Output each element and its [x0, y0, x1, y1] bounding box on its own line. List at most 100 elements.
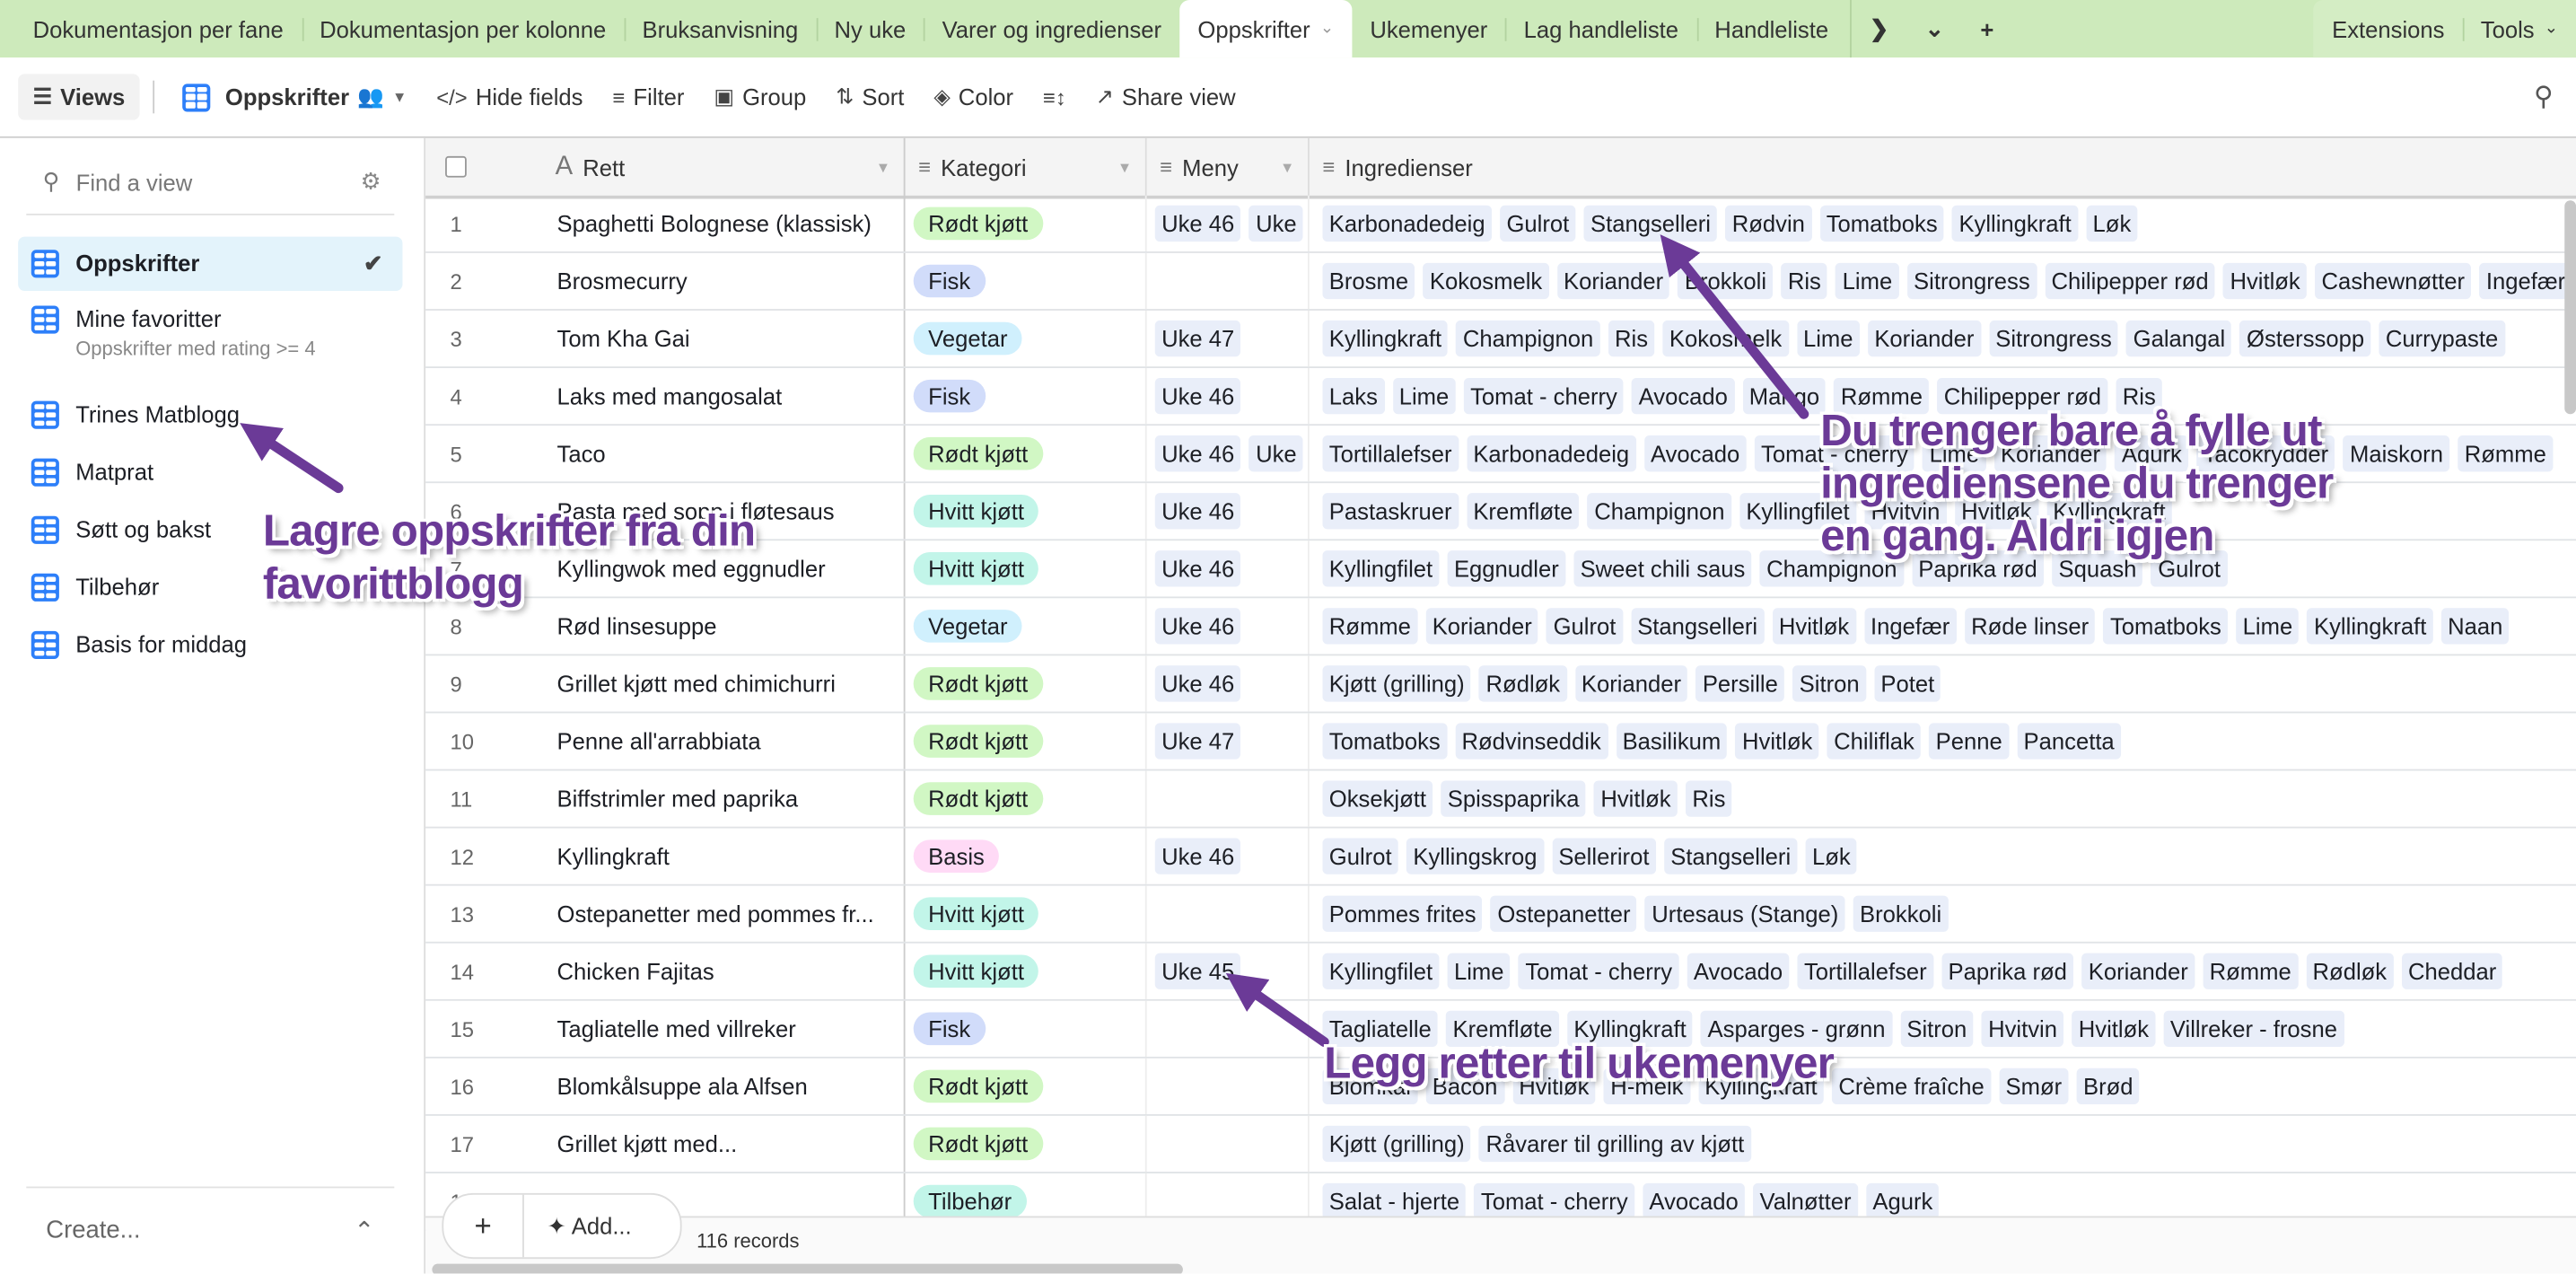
color-button[interactable]: ◈ Color — [919, 74, 1029, 119]
column-header-kategori[interactable]: ≡ Kategori ▼ — [906, 137, 1147, 196]
tab-varer-og-ingredienser[interactable]: Varer og ingredienser — [924, 0, 1179, 57]
cell-ingredienser[interactable]: Pommes frites Ostepanetter Urtesaus (Stang… — [1310, 886, 2576, 942]
tab-bruksanvisning[interactable]: Bruksanvisning — [624, 0, 816, 57]
table-row[interactable]: 9 Grillet kjøtt med chimichurri Rødt kjøtt… — [425, 655, 2576, 714]
sidebar-view-item[interactable]: Matprat — [18, 445, 402, 499]
cell-kategori[interactable]: Hvitt kjøtt — [906, 943, 1147, 999]
cell-rett[interactable]: Grillet kjøtt med chimichurri — [542, 655, 906, 712]
table-row[interactable]: 13 Ostepanetter med pommes fr... Hvitt kjø… — [425, 885, 2576, 944]
cell-kategori[interactable]: Rødt kjøtt — [906, 1115, 1147, 1173]
gear-icon[interactable]: ⚙ — [361, 168, 381, 196]
caret-down-icon[interactable]: ▼ — [1117, 159, 1132, 175]
cell-meny[interactable] — [1147, 252, 1310, 310]
add-record-button[interactable]: + — [443, 1194, 524, 1258]
add-with-ai-button[interactable]: ✦ Add... — [524, 1212, 632, 1240]
cell-kategori[interactable]: Vegetar — [906, 598, 1147, 655]
cell-rett[interactable]: Chicken Fajitas — [542, 943, 906, 999]
cell-kategori[interactable]: Hvitt kjøtt — [906, 483, 1147, 540]
sidebar-view-item[interactable]: Mine favoritter Oppskrifter med rating >=… — [18, 293, 402, 373]
cell-meny[interactable]: Uke 46 — [1147, 483, 1310, 540]
view-switcher[interactable]: Oppskrifter 👥 ▼ — [168, 74, 422, 119]
cell-meny[interactable]: Uke 46 — [1147, 368, 1310, 425]
cell-meny[interactable] — [1147, 1000, 1310, 1057]
cell-meny[interactable] — [1147, 1058, 1310, 1115]
cell-meny[interactable]: Uke 47 — [1147, 713, 1310, 769]
chevron-down-icon[interactable]: ⌄ — [1906, 14, 1962, 42]
table-row[interactable]: 3 Tom Kha Gai Vegetar Uke 47 Kyllingkraft Cha… — [425, 310, 2576, 369]
sidebar-view-item[interactable]: Oppskrifter ✔ — [18, 236, 403, 291]
share-view-button[interactable]: ↗ Share view — [1081, 74, 1250, 119]
cell-ingredienser[interactable]: Kjøtt (grilling) Rødløk Koriander Persille S… — [1310, 655, 2576, 711]
caret-down-icon[interactable]: ▼ — [876, 159, 890, 175]
tab-dokumentasjon-per-kolonne[interactable]: Dokumentasjon per kolonne — [301, 0, 624, 57]
sidebar-view-item[interactable]: Basis for middag — [18, 618, 402, 672]
cell-rett[interactable]: Kyllingkraft — [542, 828, 906, 884]
cell-rett[interactable]: Brosmecurry — [542, 252, 906, 310]
column-header-rett[interactable]: A Rett ▼ — [542, 137, 906, 196]
cell-meny[interactable]: Uke 46 — [1147, 540, 1310, 597]
cell-kategori[interactable]: Rødt kjøtt — [906, 1058, 1147, 1115]
cell-ingredienser[interactable]: Kyllingfilet Lime Tomat - cherry Avocado Tor… — [1310, 944, 2576, 999]
cell-kategori[interactable]: Rødt kjøtt — [906, 195, 1147, 252]
cell-meny[interactable]: Uke 46 — [1147, 655, 1310, 712]
select-all-checkbox[interactable] — [445, 155, 467, 178]
cell-ingredienser[interactable]: Brosme Kokosmelk Koriander Brokkoli Ris Lime S… — [1310, 253, 2576, 309]
column-header-meny[interactable]: ≡ Meny ▼ — [1147, 137, 1310, 196]
table-row[interactable]: 14 Chicken Fajitas Hvitt kjøtt Uke 45 Kyllin… — [425, 943, 2576, 1001]
horizontal-scrollbar[interactable] — [432, 1263, 1183, 1274]
cell-rett[interactable]: Laks med mangosalat — [542, 368, 906, 425]
sort-button[interactable]: ⇅ Sort — [821, 74, 919, 119]
hide-fields-button[interactable]: </> Hide fields — [422, 74, 598, 119]
cell-ingredienser[interactable]: Rømme Koriander Gulrot Stangselleri Hvitløk I… — [1310, 598, 2576, 654]
create-view-button[interactable]: Create... ⌃ — [46, 1216, 374, 1245]
cell-kategori[interactable]: Rødt kjøtt — [906, 713, 1147, 769]
cell-rett[interactable]: Blomkålsuppe ala Alfsen — [542, 1058, 906, 1115]
chevron-down-icon[interactable]: ⌄ — [1320, 20, 1334, 38]
tab-ny-uke[interactable]: Ny uke — [816, 0, 924, 57]
cell-kategori[interactable]: Hvitt kjøtt — [906, 885, 1147, 942]
tab-ukemenyer[interactable]: Ukemenyer — [1352, 0, 1505, 57]
table-row[interactable]: 2 Brosmecurry Fisk Brosme Kokosmelk Koriander… — [425, 252, 2576, 311]
cell-kategori[interactable]: Hvitt kjøtt — [906, 540, 1147, 597]
filter-button[interactable]: ≡ Filter — [598, 74, 699, 119]
table-row[interactable]: 11 Biffstrimler med paprika Rødt kjøtt Okse… — [425, 770, 2576, 829]
table-row[interactable]: 17 Grillet kjøtt med... Rødt kjøtt Kjøtt (g… — [425, 1115, 2576, 1173]
cell-meny[interactable]: Uke 46 Uke — [1147, 195, 1310, 252]
cell-rett[interactable]: Tom Kha Gai — [542, 310, 906, 367]
vertical-scrollbar[interactable] — [2564, 200, 2576, 415]
cell-meny[interactable] — [1147, 885, 1310, 942]
extensions-button[interactable]: Extensions — [2314, 0, 2463, 57]
group-button[interactable]: ▣ Group — [699, 74, 821, 119]
add-table-button[interactable]: + — [1962, 15, 2011, 41]
cell-rett[interactable]: Penne all'arrabbiata — [542, 713, 906, 769]
cell-meny[interactable]: Uke 47 — [1147, 310, 1310, 367]
cell-meny[interactable] — [1147, 770, 1310, 827]
cell-kategori[interactable]: Basis — [906, 828, 1147, 884]
cell-meny[interactable] — [1147, 1115, 1310, 1173]
cell-ingredienser[interactable]: Tomatboks Rødvinseddik Basilikum Hvitløk Chi… — [1310, 713, 2576, 769]
row-height-button[interactable]: ≡↕ — [1029, 74, 1082, 119]
cell-rett[interactable]: Tagliatelle med villreker — [542, 1000, 906, 1057]
cell-ingredienser[interactable]: Kjøtt (grilling) Råvarer til grilling av … — [1310, 1116, 2576, 1172]
cell-kategori[interactable]: Fisk — [906, 1000, 1147, 1057]
more-tabs-icon[interactable]: ❯ — [1852, 14, 1907, 42]
cell-kategori[interactable]: Rødt kjøtt — [906, 426, 1147, 482]
cell-rett[interactable]: Spaghetti Bolognese (klassisk) — [542, 195, 906, 252]
tools-button[interactable]: Tools ⌄ — [2462, 0, 2576, 57]
column-header-ingredienser[interactable]: ≡ Ingredienser — [1310, 138, 2576, 196]
sidebar-view-item[interactable]: Trines Matblogg — [18, 388, 402, 442]
tab-handleliste[interactable]: Handleliste — [1696, 0, 1846, 57]
cell-rett[interactable]: Grillet kjøtt med... — [542, 1115, 906, 1173]
cell-meny[interactable]: Uke 46 — [1147, 598, 1310, 655]
cell-kategori[interactable]: Vegetar — [906, 310, 1147, 367]
cell-kategori[interactable]: Rødt kjøtt — [906, 655, 1147, 712]
cell-meny[interactable]: Uke 45 — [1147, 943, 1310, 999]
cell-ingredienser[interactable]: Oksekjøtt Spisspaprika Hvitløk Ris — [1310, 770, 2576, 826]
cell-rett[interactable]: Biffstrimler med paprika — [542, 770, 906, 827]
cell-kategori[interactable]: Fisk — [906, 252, 1147, 310]
search-icon[interactable]: ⚲ — [2534, 81, 2553, 114]
cell-meny[interactable]: Uke 46 Uke — [1147, 426, 1310, 482]
cell-kategori[interactable]: Rødt kjøtt — [906, 770, 1147, 827]
cell-ingredienser[interactable]: Gulrot Kyllingskrog Sellerirot Stangselleri… — [1310, 829, 2576, 884]
table-row[interactable]: 12 Kyllingkraft Basis Uke 46 Gulrot Kyllingsk… — [425, 828, 2576, 886]
